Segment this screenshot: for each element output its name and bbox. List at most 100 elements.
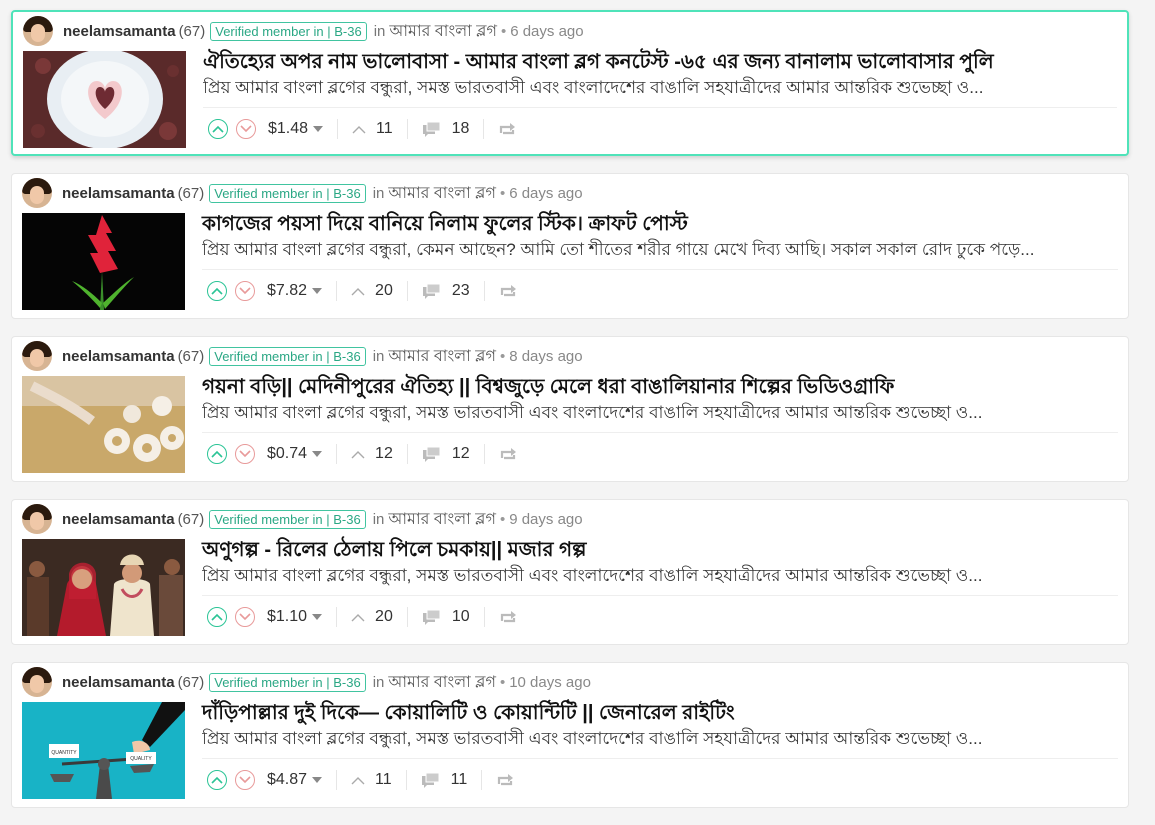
payout-caret-icon[interactable] (312, 288, 323, 294)
in-label: in (372, 673, 385, 691)
comments-icon[interactable] (422, 121, 442, 137)
post-summary[interactable]: প্রিয় আমার বাংলা ব্লগের বন্ধুরা, সমস্ত … (202, 400, 1122, 428)
post-age[interactable]: 10 days ago (509, 674, 591, 691)
author-link[interactable]: neelamsamanta (62, 348, 175, 365)
post-thumbnail[interactable] (22, 213, 185, 310)
verified-badge: Verified member in | B-36 (209, 672, 366, 692)
post-card[interactable]: neelamsamanta (67) Verified member in | … (11, 499, 1129, 645)
author-link[interactable]: neelamsamanta (62, 185, 175, 202)
vote-count[interactable]: 11 (376, 120, 393, 138)
downvote-button[interactable] (235, 281, 255, 301)
post-thumbnail[interactable] (23, 51, 186, 148)
comment-count[interactable]: 11 (451, 771, 468, 789)
in-label: in (372, 510, 385, 528)
downvote-button[interactable] (236, 119, 256, 139)
post-card[interactable]: neelamsamanta (67) Verified member in | … (11, 10, 1129, 156)
comments-icon[interactable] (422, 609, 442, 625)
comment-count[interactable]: 10 (452, 608, 470, 626)
upvote-button[interactable] (207, 770, 227, 790)
payout-caret-icon[interactable] (312, 451, 323, 457)
verified-badge: Verified member in | B-36 (210, 21, 367, 41)
post-age[interactable]: 8 days ago (509, 348, 582, 365)
post-thumbnail[interactable] (22, 376, 185, 473)
post-card[interactable]: neelamsamanta (67) Verified member in | … (11, 662, 1129, 808)
verified-badge: Verified member in | B-36 (209, 509, 366, 529)
community-link[interactable]: আমার বাংলা ব্লগ (389, 18, 497, 45)
comment-count[interactable]: 12 (452, 445, 470, 463)
post-header: neelamsamanta (67) Verified member in | … (22, 341, 583, 371)
payout-value[interactable]: $7.82 (267, 282, 307, 300)
community-link[interactable]: আমার বাংলা ব্লগ (388, 180, 496, 207)
comments-icon[interactable] (421, 772, 441, 788)
downvote-button[interactable] (235, 444, 255, 464)
reblog-icon[interactable] (499, 610, 517, 624)
vote-count[interactable]: 20 (375, 282, 393, 300)
divider (336, 444, 338, 464)
downvote-button[interactable] (235, 770, 255, 790)
community-link[interactable]: আমার বাংলা ব্লগ (388, 506, 496, 533)
post-header: neelamsamanta (67) Verified member in | … (22, 667, 591, 697)
reblog-icon[interactable] (498, 122, 516, 136)
author-link[interactable]: neelamsamanta (62, 511, 175, 528)
reblog-icon[interactable] (499, 447, 517, 461)
separator-dot: • (500, 22, 507, 40)
chevron-up-icon (211, 287, 223, 295)
post-header: neelamsamanta (67) Verified member in | … (23, 16, 584, 46)
payout-value[interactable]: $1.10 (267, 608, 307, 626)
comments-icon[interactable] (422, 446, 442, 462)
verified-badge: Verified member in | B-36 (209, 183, 366, 203)
payout-caret-icon[interactable] (313, 126, 324, 132)
community-link[interactable]: আমার বাংলা ব্লগ (388, 343, 496, 370)
payout-caret-icon[interactable] (312, 614, 323, 620)
separator-dot: • (499, 184, 506, 202)
post-summary[interactable]: প্রিয় আমার বাংলা ব্লগের বন্ধুরা, সমস্ত … (203, 75, 1123, 103)
separator-dot: • (499, 510, 506, 528)
svg-text:QUANTITY: QUANTITY (51, 750, 77, 756)
upvote-button[interactable] (207, 444, 227, 464)
vote-count[interactable]: 12 (375, 445, 393, 463)
plate-image (23, 51, 186, 148)
vote-count[interactable]: 11 (375, 771, 392, 789)
payout-value[interactable]: $4.87 (267, 771, 307, 789)
payout-value[interactable]: $0.74 (267, 445, 307, 463)
upvote-button[interactable] (207, 281, 227, 301)
downvote-button[interactable] (235, 607, 255, 627)
post-summary[interactable]: প্রিয় আমার বাংলা ব্লগের বন্ধুরা, কেমন আ… (202, 237, 1122, 265)
comment-count[interactable]: 18 (452, 120, 470, 138)
vote-count[interactable]: 20 (375, 608, 393, 626)
comments-icon[interactable] (422, 283, 442, 299)
avatar[interactable] (23, 16, 53, 46)
payout-value[interactable]: $1.48 (268, 120, 308, 138)
votes-chevron-icon[interactable] (351, 450, 365, 459)
post-summary[interactable]: প্রিয় আমার বাংলা ব্লগের বন্ধুরা, সমস্ত … (202, 563, 1122, 591)
avatar[interactable] (22, 504, 52, 534)
avatar[interactable] (22, 667, 52, 697)
chevron-down-icon (239, 287, 251, 295)
votes-chevron-icon[interactable] (352, 125, 366, 134)
post-age[interactable]: 6 days ago (510, 23, 583, 40)
votes-chevron-icon[interactable] (351, 287, 365, 296)
in-label: in (372, 184, 385, 202)
post-card[interactable]: neelamsamanta (67) Verified member in | … (11, 336, 1129, 482)
comment-count[interactable]: 23 (452, 282, 470, 300)
upvote-button[interactable] (208, 119, 228, 139)
votes-chevron-icon[interactable] (351, 776, 365, 785)
community-link[interactable]: আমার বাংলা ব্লগ (388, 669, 496, 696)
post-age[interactable]: 6 days ago (509, 185, 582, 202)
divider (337, 119, 339, 139)
divider (202, 432, 1118, 433)
author-link[interactable]: neelamsamanta (63, 23, 176, 40)
post-summary[interactable]: প্রিয় আমার বাংলা ব্লগের বন্ধুরা, সমস্ত … (202, 726, 1122, 754)
reblog-icon[interactable] (496, 773, 514, 787)
author-link[interactable]: neelamsamanta (62, 674, 175, 691)
post-age[interactable]: 9 days ago (509, 511, 582, 528)
avatar[interactable] (22, 178, 52, 208)
post-card[interactable]: neelamsamanta (67) Verified member in | … (11, 173, 1129, 319)
post-thumbnail[interactable]: QUANTITY QUALITY (22, 702, 185, 799)
votes-chevron-icon[interactable] (351, 613, 365, 622)
upvote-button[interactable] (207, 607, 227, 627)
reblog-icon[interactable] (499, 284, 517, 298)
avatar[interactable] (22, 341, 52, 371)
post-thumbnail[interactable] (22, 539, 185, 636)
payout-caret-icon[interactable] (312, 777, 323, 783)
